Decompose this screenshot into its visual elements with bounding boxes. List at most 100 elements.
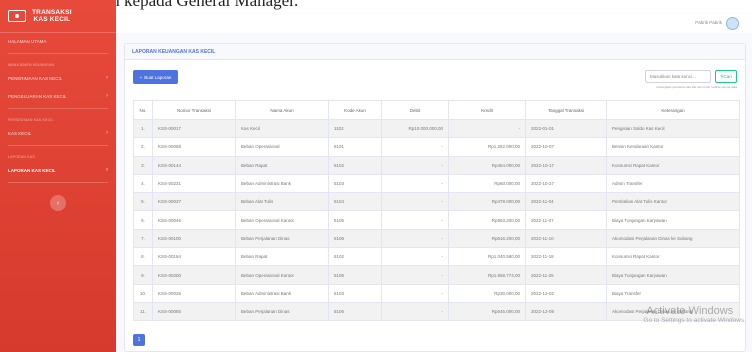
cell-debit: - (381, 265, 449, 285)
cell-transaction-number: KSS-00045 (152, 210, 236, 230)
sidebar-heading-manajemen: MANAJEMEN KEUANGAN (8, 63, 55, 67)
cell-account-code: 1102 (328, 118, 382, 139)
cell-no: 6. (133, 210, 153, 230)
column-header[interactable]: Nama Akun (235, 100, 329, 120)
cell-no: 2. (133, 137, 153, 157)
cell-credit: Rp1.262.000,00 (448, 137, 526, 157)
table-row: 7. KSS-00100 Beban Perjalanan Dinas 5106- Rp… (133, 228, 740, 249)
avatar[interactable] (726, 17, 739, 30)
search-button-label: Cari (723, 74, 732, 79)
sidebar-heading-laporan: LAPORAN KAS (8, 155, 35, 159)
cell-description: Biaya Tunjangan Karyawan (606, 210, 740, 230)
watermark-title: Activate Windows (646, 305, 734, 317)
sidebar-item-laporan[interactable]: LAPORAN KAS KECIL › (0, 161, 116, 179)
cell-transaction-number: KSS-00231 (152, 173, 236, 194)
sidebar-item-penerimaan[interactable]: PENERIMAAN KAS KECIL › (0, 69, 116, 87)
cell-account-code: 5105 (328, 265, 382, 285)
sidebar: TRANSAKSI KAS KECIL HALAMAN UTAMA MANAJE… (0, 0, 116, 352)
user-name[interactable]: Pabrik Pabrik (695, 20, 722, 25)
cell-date: 2022-12-09 (525, 301, 607, 322)
table-row: 10. KSS-00026 Beban Administrasi Bank 5103-… (133, 283, 740, 303)
cell-credit: Rp478.000,00 (448, 192, 526, 212)
column-header[interactable]: Nomor Transaksi (152, 100, 236, 120)
cell-no: 7. (133, 228, 153, 249)
table-row: 8. KSS-00164 Beban Rapat 5102- Rp1.040.580,0… (133, 247, 740, 267)
cell-no: 5. (133, 192, 153, 212)
sidebar-item-label: KAS KECIL (8, 130, 32, 136)
cell-account-name: Beban Administrasi Bank (235, 173, 329, 194)
sidebar-divider (8, 53, 108, 54)
sidebar-item-label: LAPORAN KAS KECIL (8, 167, 56, 173)
cell-description: Biaya Tunjangan Karyawan (606, 265, 740, 285)
cell-credit: Rp30.000,00 (448, 283, 526, 303)
cell-debit: - (381, 228, 449, 249)
cell-account-code: 5103 (328, 173, 382, 194)
cell-credit: Rp616.200,00 (448, 228, 526, 249)
cell-account-code: 5103 (328, 283, 382, 303)
search-button[interactable]: ⚲ Cari (715, 70, 737, 83)
cell-description: Admin Transfer (606, 173, 740, 194)
sidebar-divider (8, 108, 108, 109)
table-row: 9. KSS-00200 Beban Operasional Kantor 5105-… (133, 265, 740, 285)
chevron-right-icon: › (106, 75, 108, 81)
column-header[interactable]: Tanggal Transaksi (525, 100, 607, 120)
column-header[interactable]: Kode Akun (328, 100, 382, 120)
sidebar-item-kas-kecil[interactable]: KAS KECIL › (0, 124, 116, 142)
cell-account-name: Beban Operasional Kantor (235, 210, 329, 230)
cell-credit: Rp60.000,00 (448, 173, 526, 194)
cell-account-code: 5104 (328, 192, 382, 212)
report-table-wrapper: No. Nomor Transaksi Nama Akun Kode Akun … (133, 100, 740, 322)
cell-account-name: Beban Perjalanan Dinas (235, 228, 329, 249)
cell-description: Akomodasi Perjalanan Dinas ke Subang (606, 228, 740, 249)
sidebar-toggle-button[interactable]: ‹ (50, 195, 66, 211)
column-header[interactable]: No. (133, 100, 153, 120)
cash-icon (8, 10, 26, 22)
cell-transaction-number: KSS-00037 (152, 192, 236, 212)
cell-account-name: Beban Operasional Kantor (235, 265, 329, 285)
search-input[interactable]: Masukkan kata kunci... (645, 70, 711, 83)
cell-description: Pengisian Saldo Kas Kecil (606, 118, 740, 139)
cell-transaction-number: KSS-00164 (152, 247, 236, 267)
sidebar-divider (8, 145, 108, 146)
cell-date: 2022-10-07 (525, 137, 607, 157)
create-report-button[interactable]: + Buat Laporan (133, 70, 178, 84)
create-report-label: Buat Laporan (144, 74, 172, 80)
cell-debit: - (381, 155, 449, 175)
cell-account-name: Beban Rapat (235, 155, 329, 175)
cell-date: 2022-10-17 (525, 155, 607, 175)
cell-date: 2022-01-01 (525, 118, 607, 139)
topbar: Pabrik Pabrik (116, 14, 752, 33)
cell-debit: - (381, 247, 449, 267)
table-row: 6. KSS-00045 Beban Operasional Kantor 5105-… (133, 210, 740, 230)
sidebar-heading-persediaan: PERSEDIAAN KAS KECIL (8, 118, 54, 122)
cell-date: 2022-11-04 (525, 192, 607, 212)
cell-account-code: 5102 (328, 247, 382, 267)
cell-credit: Rp464.000,00 (448, 155, 526, 175)
cell-no: 9. (133, 265, 153, 285)
sidebar-brand[interactable]: TRANSAKSI KAS KECIL (0, 0, 116, 33)
search-hint: Kosongkan pencarian lalu klik cari untuk… (656, 85, 737, 89)
windows-activation-watermark: Activate Windows Go to Settings to activ… (643, 305, 746, 324)
column-header[interactable]: Debit (381, 100, 449, 120)
cell-account-name: Beban Rapat (235, 247, 329, 267)
sidebar-item-label: PENGELUARAN KAS KECIL (8, 93, 67, 99)
brand-text: TRANSAKSI KAS KECIL (32, 8, 72, 24)
cell-account-name: Beban Alat Tulis (235, 192, 329, 212)
sidebar-item-pengeluaran[interactable]: PENGELUARAN KAS KECIL › (0, 87, 116, 105)
cell-account-code: 5106 (328, 228, 382, 249)
cell-account-name: Kas Kecil (235, 118, 329, 139)
cell-credit: Rp645.000,00 (448, 301, 526, 322)
chevron-right-icon: › (106, 167, 108, 173)
cell-date: 2022-11-07 (525, 210, 607, 230)
pagination-page-1[interactable]: 1 (133, 334, 145, 346)
column-header[interactable]: Kredit (448, 100, 526, 120)
table-row: 2. KSS-00058 Beban Operasional 5101- Rp1.262… (133, 137, 740, 157)
column-header[interactable]: Keterangan (606, 100, 740, 120)
sidebar-item-dashboard[interactable]: HALAMAN UTAMA (0, 33, 116, 50)
cell-no: 10. (133, 283, 153, 303)
cell-credit: Rp1.040.580,00 (448, 247, 526, 267)
cell-credit: Rp953.200,00 (448, 210, 526, 230)
cell-account-name: Beban Administrasi Bank (235, 283, 329, 303)
cell-transaction-number: KSS-00058 (152, 137, 236, 157)
cell-no: 4. (133, 173, 153, 194)
